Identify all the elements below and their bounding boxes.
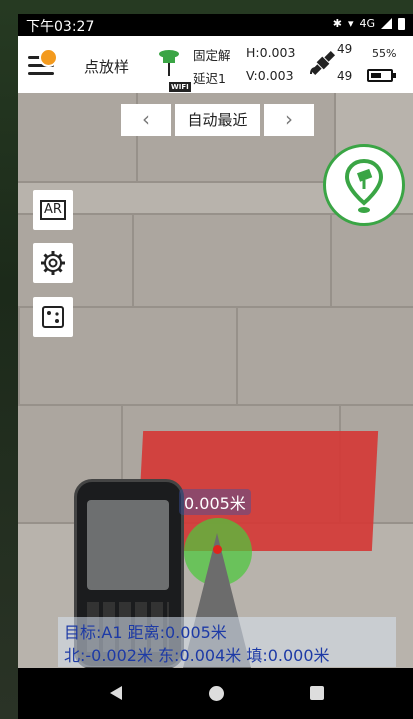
home-icon[interactable] bbox=[209, 686, 224, 701]
battery-fill bbox=[371, 73, 381, 78]
stakeout-button[interactable] bbox=[323, 144, 405, 226]
stakeout-info-panel: 目标:A1 距离:0.005米 北:-0.002米 东:0.004米 填:0.0… bbox=[58, 617, 396, 667]
vertical-precision: V:0.003 bbox=[246, 68, 294, 83]
battery-percent: 55% bbox=[372, 47, 397, 60]
back-icon[interactable] bbox=[110, 686, 122, 700]
gear-icon bbox=[41, 251, 65, 275]
ar-button[interactable]: AR bbox=[33, 190, 73, 230]
paving-stone bbox=[18, 93, 138, 183]
satellites-used: 49 bbox=[337, 69, 353, 83]
paving-stone bbox=[236, 306, 413, 406]
dice-icon bbox=[42, 306, 64, 328]
phone-screen: 下午03:27 ✱ ▾ 4G 点放样 WIFI 固定解 延迟1 H:0.003 … bbox=[18, 14, 413, 719]
status-icons: ✱ ▾ 4G bbox=[333, 17, 405, 30]
rtk-fix-status: 固定解 bbox=[193, 48, 231, 63]
paving-stone bbox=[132, 213, 332, 308]
bluetooth-icon: ✱ bbox=[332, 17, 342, 30]
paving-stone bbox=[330, 213, 413, 308]
rtk-delay: 延迟1 bbox=[193, 71, 226, 86]
horizontal-precision: H:0.003 bbox=[246, 45, 296, 60]
ar-camera-view[interactable]: 0.005米 ‹ 自动最近 › AR 目标:A1 距离:0.005米 北:-0.… bbox=[18, 93, 413, 668]
app-header: 点放样 WIFI 固定解 延迟1 H:0.003 V:0.003 49 49 5… bbox=[18, 36, 413, 93]
next-point-button[interactable]: › bbox=[264, 104, 314, 136]
target-distance-text: 目标:A1 距离:0.005米 bbox=[64, 623, 227, 642]
network-label: 4G bbox=[359, 17, 375, 30]
point-navigator: ‹ 自动最近 › bbox=[121, 104, 314, 136]
offset-text: 北:-0.002米 东:0.004米 填:0.000米 bbox=[64, 646, 330, 665]
prev-point-button[interactable]: ‹ bbox=[121, 104, 171, 136]
target-point bbox=[213, 545, 222, 554]
recents-icon[interactable] bbox=[310, 686, 324, 700]
rtk-receiver-icon[interactable] bbox=[157, 48, 181, 78]
settings-button[interactable] bbox=[33, 243, 73, 283]
system-nav-bar bbox=[18, 668, 413, 719]
signal-icon bbox=[381, 18, 392, 29]
wifi-icon: ▾ bbox=[347, 17, 354, 30]
battery-icon bbox=[367, 69, 396, 82]
menu-icon[interactable] bbox=[28, 48, 58, 78]
status-battery-icon bbox=[398, 17, 405, 30]
satellite-icon[interactable] bbox=[308, 48, 338, 78]
distance-badge: 0.005米 bbox=[179, 489, 251, 515]
status-bar: 下午03:27 ✱ ▾ 4G bbox=[18, 14, 413, 36]
wifi-badge: WIFI bbox=[169, 82, 191, 92]
status-time: 下午03:27 bbox=[26, 19, 95, 35]
ar-label: AR bbox=[40, 200, 66, 220]
satellites-tracked: 49 bbox=[337, 42, 353, 56]
stakeout-pin-icon bbox=[344, 158, 384, 213]
random-button[interactable] bbox=[33, 297, 73, 337]
point-mode-selector[interactable]: 自动最近 bbox=[175, 104, 260, 136]
page-title: 点放样 bbox=[84, 58, 130, 76]
